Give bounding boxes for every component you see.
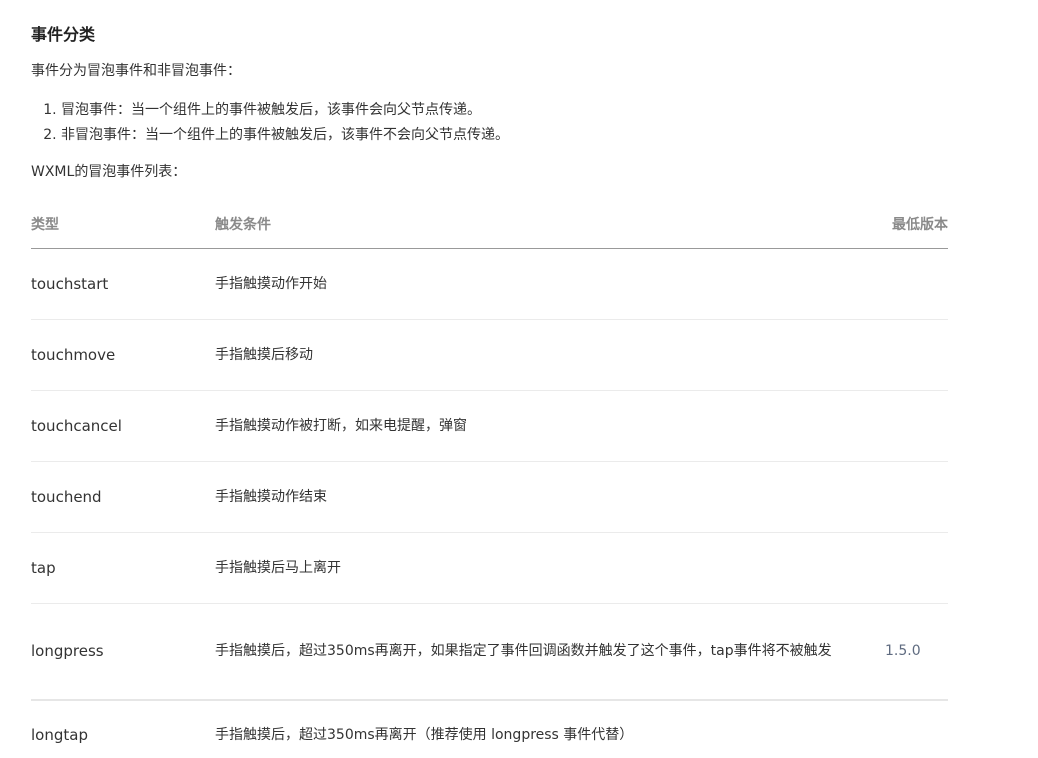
intro-paragraph: 事件分为冒泡事件和非冒泡事件： [31,63,241,79]
event-desc-cell: 手指触摸后，超过350ms再离开（推荐使用 longpress 事件代替） [215,727,634,743]
event-desc-cell: 手指触摸后，超过350ms再离开，如果指定了事件回调函数并触发了这个事件，tap… [215,603,885,701]
event-type-cell: longpress [31,603,215,701]
header-type: 类型 [31,200,215,249]
event-desc-cell: 手指触摸后马上离开 [215,532,885,604]
event-version-cell [885,319,948,391]
event-version-cell: 1.5.0 [885,603,948,701]
list-item: 冒泡事件：当一个组件上的事件被触发后，该事件会向父节点传递。 [61,98,731,123]
section-heading: 事件分类 [31,25,96,44]
bubble-events-table: 类型 触发条件 最低版本 touchstart 手指触摸动作开始 touchmo… [31,200,948,758]
event-version-cell [885,700,948,758]
table-row: tap 手指触摸后马上离开 [31,532,948,604]
event-version-cell [885,461,948,533]
event-type-cell: tap [31,532,215,604]
table-header-row: 类型 触发条件 最低版本 [31,200,948,249]
table-row: longpress 手指触摸后，超过350ms再离开，如果指定了事件回调函数并触… [31,603,948,701]
event-type-cell: touchmove [31,319,215,391]
header-condition: 触发条件 [215,200,885,249]
list-item: 非冒泡事件：当一个组件上的事件被触发后，该事件不会向父节点传递。 [61,123,731,148]
table-row: longtap 手指触摸后，超过350ms再离开（推荐使用 longpress … [31,700,948,758]
table-row: touchstart 手指触摸动作开始 [31,248,948,320]
event-version-cell [885,390,948,462]
list-title: WXML的冒泡事件列表： [31,164,187,180]
table-row: touchend 手指触摸动作结束 [31,461,948,533]
event-type-cell: touchcancel [31,390,215,462]
event-type-cell: touchend [31,461,215,533]
event-version-cell [885,532,948,604]
event-version-cell [885,248,948,320]
event-desc-cell: 手指触摸动作被打断，如来电提醒，弹窗 [215,390,885,462]
event-desc-cell: 手指触摸动作结束 [215,461,885,533]
table-row: touchcancel 手指触摸动作被打断，如来电提醒，弹窗 [31,390,948,462]
header-min-version: 最低版本 [885,200,948,249]
event-type-cell: longtap [31,726,88,744]
event-type-list: 冒泡事件：当一个组件上的事件被触发后，该事件会向父节点传递。 非冒泡事件：当一个… [31,98,731,148]
event-desc-cell: 手指触摸动作开始 [215,248,885,320]
event-type-cell: touchstart [31,248,215,320]
event-desc-cell: 手指触摸后移动 [215,319,885,391]
table-row: touchmove 手指触摸后移动 [31,319,948,391]
